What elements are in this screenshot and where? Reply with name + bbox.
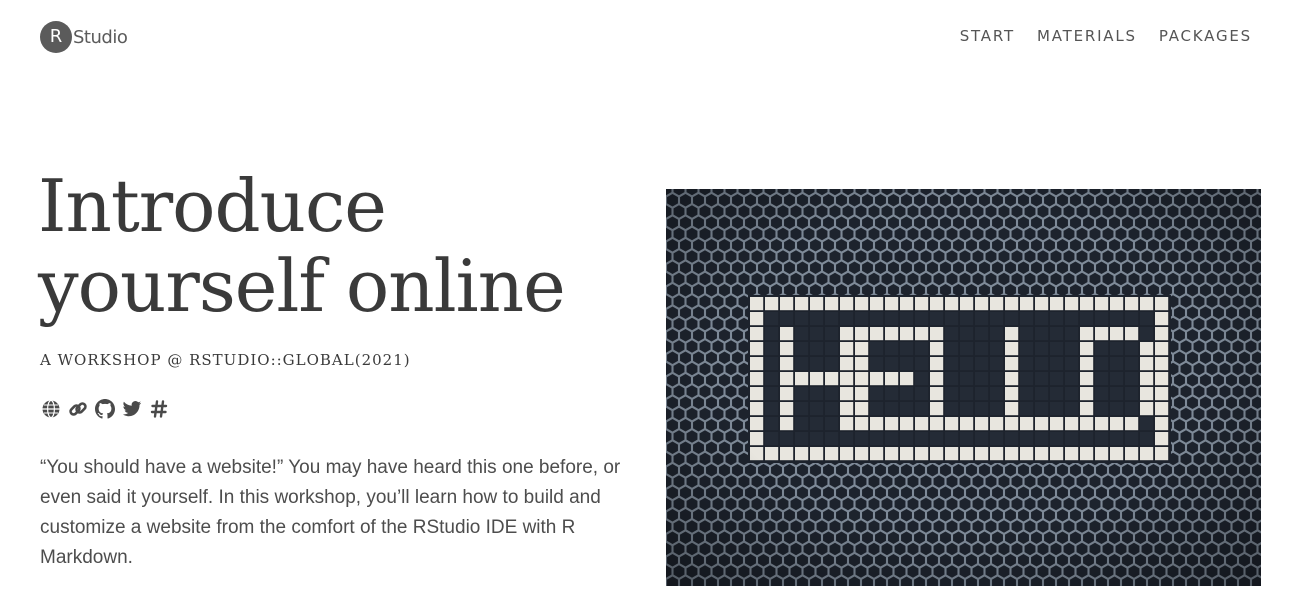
hello-tile-image (666, 189, 1261, 586)
rstudio-logo[interactable]: R Studio (40, 21, 128, 53)
logo-text: Studio (73, 26, 128, 48)
title-line-2: yourself online (38, 244, 566, 328)
nav-start-link[interactable]: START (960, 27, 1015, 45)
twitter-icon[interactable] (121, 398, 142, 419)
hello-tile-art (666, 189, 1261, 586)
link-icon[interactable] (67, 398, 88, 419)
globe-icon[interactable] (40, 398, 61, 419)
nav-materials-link[interactable]: MATERIALS (1037, 27, 1137, 45)
workshop-subtitle: A WORKSHOP @ RSTUDIO::GLOBAL(2021) (40, 351, 411, 369)
github-icon[interactable] (94, 398, 115, 419)
social-links (40, 398, 169, 419)
logo-circle: R (40, 21, 72, 53)
workshop-description: “You should have a website!” You may hav… (40, 457, 621, 568)
hashtag-icon[interactable] (148, 398, 169, 419)
nav-packages-link[interactable]: PACKAGES (1159, 27, 1252, 45)
page-title: Introduce yourself online (38, 166, 638, 326)
title-line-1: Introduce (38, 164, 387, 248)
main-nav: START MATERIALS PACKAGES (960, 27, 1252, 45)
